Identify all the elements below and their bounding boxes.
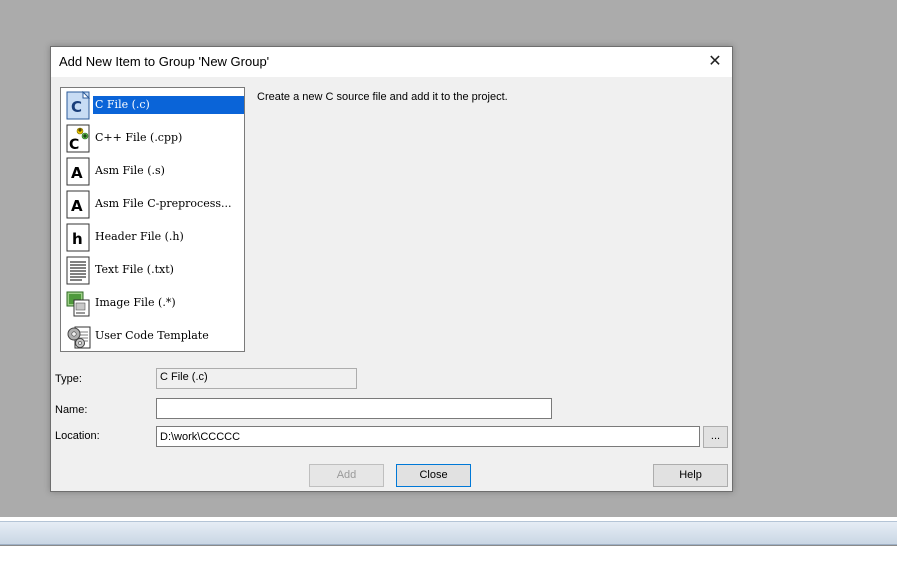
c-file-icon: C	[66, 91, 91, 120]
name-label: Name:	[55, 404, 88, 416]
add-new-item-dialog: Add New Item to Group 'New Group' ✕ C C …	[50, 46, 733, 492]
user-code-template-icon	[67, 326, 91, 349]
help-button[interactable]: Help	[653, 464, 728, 487]
asm-file-icon: A	[66, 157, 90, 186]
svg-text:h: h	[72, 230, 83, 248]
dialog-titlebar: Add New Item to Group 'New Group' ✕	[51, 47, 732, 77]
name-input[interactable]	[156, 398, 552, 419]
location-input[interactable]	[156, 426, 700, 447]
list-item-header-file[interactable]: h Header File (.h)	[62, 221, 244, 254]
type-label: Type:	[55, 373, 82, 385]
list-item-image-file[interactable]: Image File (.*)	[62, 287, 244, 320]
location-label: Location:	[55, 430, 100, 442]
list-item-user-code-template[interactable]: User Code Template	[62, 320, 244, 351]
list-item-c-file[interactable]: C C File (.c)	[62, 89, 244, 122]
background-taskbar-strip	[0, 517, 897, 566]
svg-text:C: C	[71, 98, 82, 116]
svg-text:C: C	[69, 137, 79, 153]
type-field: C File (.c)	[156, 368, 357, 389]
add-button[interactable]: Add	[309, 464, 384, 487]
list-item-asm-file[interactable]: A Asm File (.s)	[62, 155, 244, 188]
background-toolbar	[0, 521, 897, 545]
asm-preprocess-file-icon: A	[66, 190, 90, 219]
svg-text:A: A	[71, 164, 83, 182]
browse-button[interactable]: ...	[703, 426, 728, 448]
close-button[interactable]: Close	[396, 464, 471, 487]
header-file-icon: h	[66, 223, 90, 252]
text-file-icon	[66, 256, 90, 285]
list-item-label: Image File (.*)	[95, 296, 176, 309]
list-item-asm-preprocess-file[interactable]: A Asm File C-preprocess...	[62, 188, 244, 221]
dialog-title: Add New Item to Group 'New Group'	[59, 54, 270, 69]
list-item-label: Asm File (.s)	[95, 164, 165, 177]
file-type-list[interactable]: C C File (.c) C C++ File (.cpp) A Asm Fi…	[60, 87, 245, 352]
list-item-label: Asm File C-preprocess...	[95, 197, 232, 210]
svg-text:A: A	[71, 197, 83, 215]
cpp-file-icon: C	[66, 124, 90, 153]
list-item-cpp-file[interactable]: C C++ File (.cpp)	[62, 122, 244, 155]
list-item-label: User Code Template	[95, 329, 209, 342]
list-item-label: C File (.c)	[93, 96, 244, 114]
list-item-text-file[interactable]: Text File (.txt)	[62, 254, 244, 287]
list-item-label: Header File (.h)	[95, 230, 184, 243]
list-item-label: C++ File (.cpp)	[95, 131, 183, 144]
item-description: Create a new C source file and add it to…	[257, 91, 508, 103]
image-file-icon	[66, 291, 90, 317]
close-icon[interactable]: ✕	[704, 50, 726, 72]
background-divider	[0, 545, 897, 546]
list-item-label: Text File (.txt)	[95, 263, 174, 276]
